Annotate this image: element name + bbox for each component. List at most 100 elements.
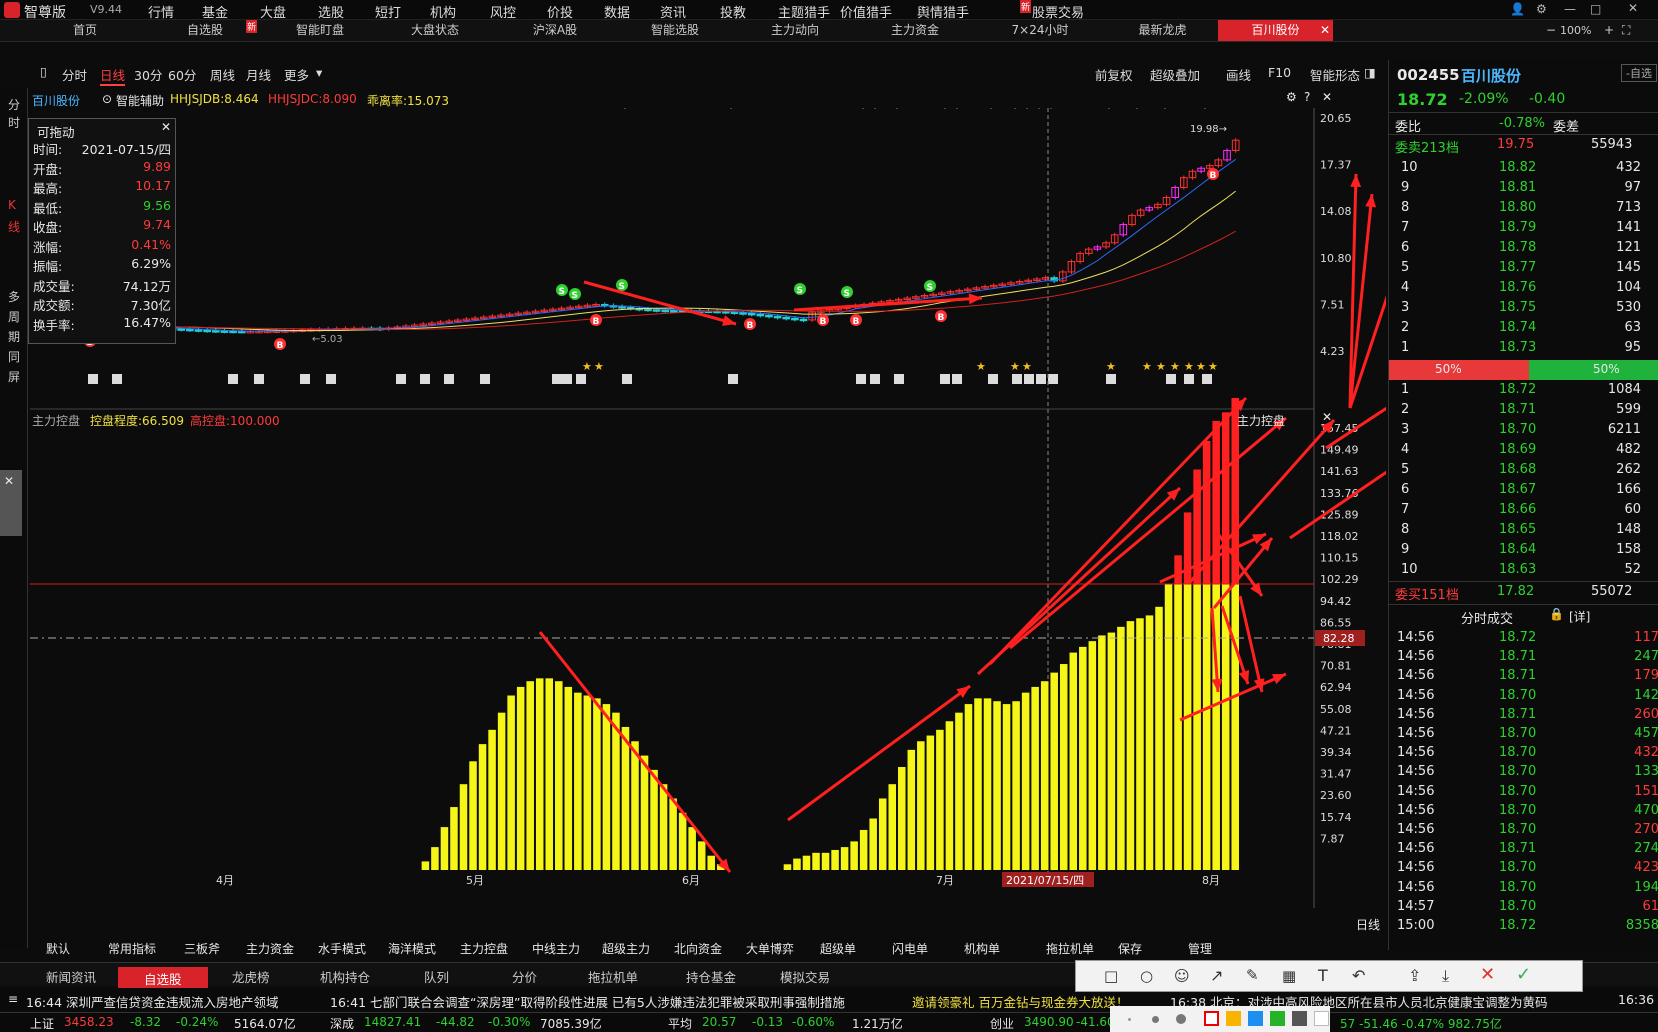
tab-5[interactable]: 智能选股 [620,20,730,41]
event-icon[interactable] [480,374,490,384]
left-strip-char[interactable]: 屏 [8,368,20,385]
settings-icon[interactable]: ⚙ [1536,2,1547,16]
event-icon[interactable] [562,374,572,384]
event-icon[interactable] [228,374,238,384]
event-icon[interactable] [112,374,122,384]
avg-label[interactable]: 平均 [668,1015,692,1032]
user-icon[interactable]: 👤 [1510,2,1525,16]
event-icon[interactable] [940,374,950,384]
event-icon[interactable] [952,374,962,384]
ticker-news-1[interactable]: 16:44 深圳严查信贷资金违规流入房地产领域 [26,992,279,1011]
menu-item-5[interactable]: 机构 [430,2,456,21]
close-icon[interactable]: ✕ [1628,1,1638,15]
self-select-button[interactable]: -自选 [1621,64,1657,82]
size-large-dot[interactable] [1176,1014,1186,1024]
menu-item-9[interactable]: 资讯 [660,2,686,21]
menu-item-8[interactable]: 数据 [604,2,630,21]
period-2[interactable]: 30分 [134,65,162,84]
ticker-news-3[interactable]: 邀请领豪礼 百万金钻与现金券大放送！ [912,992,1128,1011]
ticks-detail-link[interactable]: [详] [1569,608,1590,625]
fullscreen-icon[interactable]: ⛶ [1622,23,1630,38]
menu-item-3[interactable]: 选股 [318,2,344,21]
download-tool-icon[interactable]: ⤓ [1442,966,1449,986]
event-icon[interactable] [552,374,562,384]
menu-item-2[interactable]: 大盘 [260,2,286,21]
ticker-news-2[interactable]: 16:41 七部门联合会调查“深房理”取得阶段性进展 已有5人涉嫌违法犯罪被采取… [330,992,845,1011]
indicator-tab-0[interactable]: 默认 [46,940,70,957]
indicator-tab-1[interactable]: 常用指标 [108,940,156,957]
tab-1[interactable]: 自选股 [150,20,260,41]
color-blue-swatch[interactable] [1248,1011,1263,1026]
sh-label[interactable]: 上证 [30,1015,54,1032]
float-close-icon[interactable]: ✕ [4,474,14,488]
left-strip-char[interactable]: K [8,198,16,212]
zoom-in-icon[interactable]: + [1604,23,1614,37]
minimize-icon[interactable]: — [1564,2,1576,16]
more-chevron-icon[interactable]: ▾ [316,65,322,80]
bottom-tab-3[interactable]: 机构持仓 [320,967,370,986]
text-tool-icon[interactable]: T [1318,966,1328,985]
event-icon[interactable] [728,374,738,384]
event-star-icon[interactable]: ★ [1106,360,1116,373]
left-strip-char[interactable]: 同 [8,348,20,365]
sz-label[interactable]: 深成 [330,1015,354,1032]
event-icon[interactable] [1202,374,1212,384]
indicator-tab-15[interactable]: 保存 [1118,940,1142,957]
period-3[interactable]: 60分 [168,65,196,84]
menu-item-13[interactable]: 舆情猎手 [917,2,969,21]
menu-item-0[interactable]: 行情 [148,2,174,21]
smart-assist-toggle[interactable]: ⊙ [102,92,112,106]
event-icon[interactable] [1184,374,1194,384]
bottom-tab-0[interactable]: 新闻资讯 [46,967,96,986]
indicator-close-icon[interactable]: ✕ [1322,90,1332,104]
zoom-out-icon[interactable]: − [1546,23,1556,37]
period-5[interactable]: 月线 [246,65,271,84]
bottom-tab-4[interactable]: 队列 [424,967,449,986]
color-green-swatch[interactable] [1270,1011,1285,1026]
indicator-tab-14[interactable]: 拖拉机单 [1046,940,1094,957]
chart-area[interactable]: 20.65 17.37 14.08 10.80 7.51 4.23 19.98→ ←5.03 *… [30,108,1386,940]
tab-8[interactable]: 7×24小时 [980,20,1100,41]
event-star-icon[interactable]: ★ [582,360,592,373]
event-star-icon[interactable]: ★ [1142,360,1152,373]
help-icon[interactable]: ? [1304,90,1310,104]
event-icon[interactable] [1166,374,1176,384]
tab-4[interactable]: 沪深A股 [500,20,610,41]
bottom-tab-1[interactable]: 自选股 [118,967,208,990]
cy-label[interactable]: 创业 [990,1015,1014,1032]
lower-panel-close-icon[interactable]: ✕ [1322,410,1332,424]
event-icon[interactable] [856,374,866,384]
left-strip-char[interactable]: 时 [8,114,20,131]
bottom-tab-7[interactable]: 持仓基金 [686,967,736,986]
menu-item-7[interactable]: 价投 [547,2,573,21]
event-icon[interactable] [1036,374,1046,384]
left-strip-char[interactable]: 期 [8,328,20,345]
period-1[interactable]: 日线 [100,65,126,86]
indicator-settings-icon[interactable]: ⚙ [1286,90,1297,104]
menu-item-4[interactable]: 短打 [375,2,401,21]
data-tooltip-box[interactable]: 可拖动 ✕ 时间: 2021-07-15/四 开盘: 9.89 最高: 10.17 最低: 9… [28,118,176,344]
indicator-tab-11[interactable]: 超级单 [820,940,856,957]
event-star-icon[interactable]: ★ [1010,360,1020,373]
event-star-icon[interactable]: ★ [1170,360,1180,373]
menu-item-11[interactable]: 主题猎手 [778,2,830,21]
share-tool-icon[interactable]: ⇪ [1408,966,1421,985]
tab-9[interactable]: 最新龙虎 [1105,20,1220,41]
ellipse-tool-icon[interactable]: ○ [1140,967,1153,985]
event-icon[interactable] [988,374,998,384]
period-4[interactable]: 周线 [210,65,235,84]
layout-icon[interactable]: ◨ [1364,65,1376,80]
event-icon[interactable] [1024,374,1034,384]
period-label-bottom[interactable]: 日线 [1356,916,1380,933]
color-gray-swatch[interactable] [1292,1011,1307,1026]
color-white-swatch[interactable] [1314,1011,1329,1026]
event-icon[interactable] [420,374,430,384]
event-icon[interactable] [396,374,406,384]
event-star-icon[interactable]: ★ [1022,360,1032,373]
menu-item-1[interactable]: 基金 [202,2,228,21]
tab-0[interactable]: 首页 [40,20,130,41]
left-float-panel[interactable]: ✕ [0,470,22,536]
indicator-tab-7[interactable]: 中线主力 [532,940,580,957]
tooltip-close-icon[interactable]: ✕ [161,120,171,134]
tab-close-icon[interactable]: ✕ [1320,23,1330,37]
